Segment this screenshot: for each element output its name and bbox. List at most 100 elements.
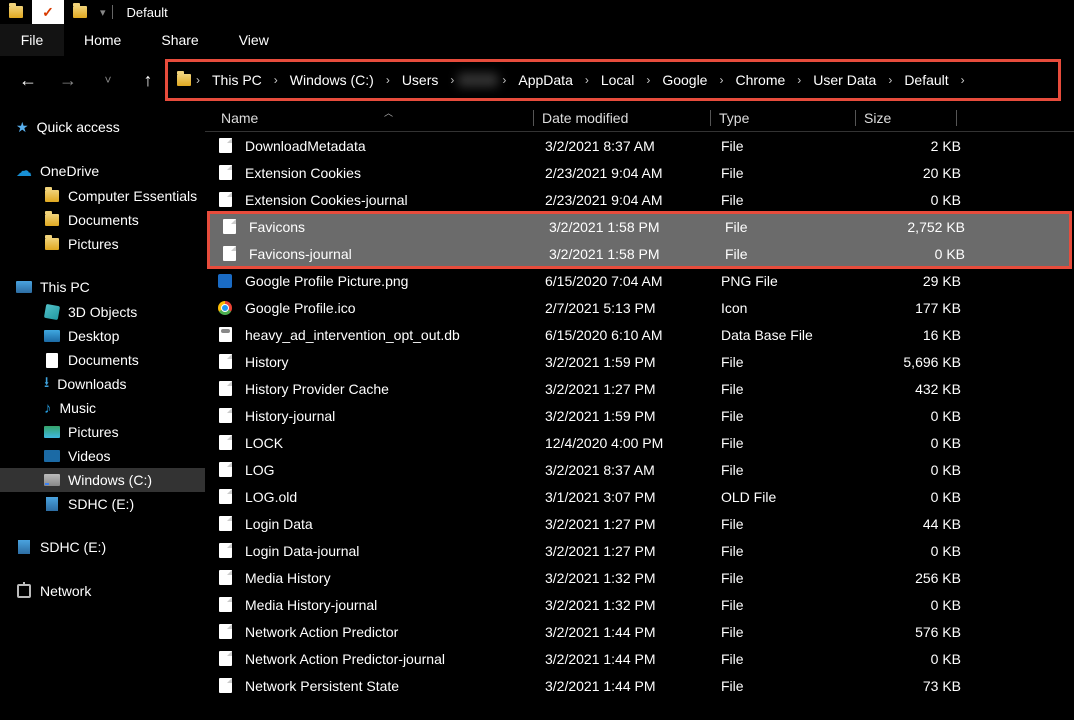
file-name: Google Profile.ico: [245, 300, 545, 316]
file-row[interactable]: Network Action Predictor-journal3/2/2021…: [205, 645, 1074, 672]
sidebar-item[interactable]: Pictures: [0, 420, 205, 444]
sidebar-item[interactable]: Documents: [0, 348, 205, 372]
file-row[interactable]: heavy_ad_intervention_opt_out.db6/15/202…: [205, 321, 1074, 348]
file-size: 2,752 KB: [869, 219, 965, 235]
file-type: File: [721, 678, 865, 694]
chevron-right-icon[interactable]: ›: [498, 73, 510, 87]
sidebar-label: Music: [60, 400, 97, 416]
sidebar-item[interactable]: 3D Objects: [0, 300, 205, 324]
chevron-right-icon[interactable]: ›: [270, 73, 282, 87]
file-name: Login Data-journal: [245, 543, 545, 559]
sidebar-item-windows-c[interactable]: Windows (C:): [0, 468, 205, 492]
nav-recent-button[interactable]: ˅: [88, 60, 128, 100]
sidebar-item[interactable]: Videos: [0, 444, 205, 468]
file-type-icon: [217, 570, 233, 586]
file-row[interactable]: Login Data-journal3/2/2021 1:27 PMFile0 …: [205, 537, 1074, 564]
sidebar-item[interactable]: Pictures: [0, 232, 205, 256]
chevron-right-icon[interactable]: ›: [192, 73, 204, 87]
file-row[interactable]: History3/2/2021 1:59 PMFile5,696 KB: [205, 348, 1074, 375]
file-row[interactable]: Network Persistent State3/2/2021 1:44 PM…: [205, 672, 1074, 699]
app-icon[interactable]: ✓: [32, 0, 64, 24]
file-name: Favicons: [249, 219, 549, 235]
crumb-default[interactable]: Default: [896, 62, 956, 98]
file-row[interactable]: LOCK12/4/2020 4:00 PMFile0 KB: [205, 429, 1074, 456]
nav-forward-button[interactable]: →: [48, 60, 88, 100]
column-type[interactable]: Type: [711, 110, 855, 126]
chevron-right-icon[interactable]: ›: [642, 73, 654, 87]
sidebar-label: Downloads: [57, 376, 126, 392]
sidebar-item[interactable]: SDHC (E:): [0, 492, 205, 516]
crumb-chrome[interactable]: Chrome: [727, 62, 793, 98]
crumb-google[interactable]: Google: [654, 62, 715, 98]
crumb-windows-c[interactable]: Windows (C:): [282, 62, 382, 98]
file-row[interactable]: LOG.old3/1/2021 3:07 PMOLD File0 KB: [205, 483, 1074, 510]
sidebar-item[interactable]: Desktop: [0, 324, 205, 348]
sidebar-onedrive[interactable]: ☁ OneDrive: [0, 158, 205, 184]
videos-icon: [44, 448, 60, 464]
breadcrumb[interactable]: › This PC › Windows (C:) › Users › › App…: [168, 62, 1058, 98]
chevron-right-icon[interactable]: ›: [446, 73, 458, 87]
nav-up-button[interactable]: ↑: [128, 60, 168, 100]
sidebar-label: Documents: [68, 212, 139, 228]
file-name: Favicons-journal: [249, 246, 549, 262]
file-rows[interactable]: DownloadMetadata3/2/2021 8:37 AMFile2 KB…: [205, 132, 1074, 720]
crumb-users[interactable]: Users: [394, 62, 447, 98]
file-row[interactable]: Google Profile Picture.png6/15/2020 7:04…: [205, 267, 1074, 294]
sidebar-item[interactable]: ♪ Music: [0, 396, 205, 420]
file-type-icon: [217, 462, 233, 478]
file-row[interactable]: History-journal3/2/2021 1:59 PMFile0 KB: [205, 402, 1074, 429]
column-date[interactable]: Date modified: [534, 110, 710, 126]
crumb-username-redacted[interactable]: [458, 73, 498, 87]
tab-view[interactable]: View: [219, 24, 289, 56]
tab-home[interactable]: Home: [64, 24, 141, 56]
current-folder-icon[interactable]: [64, 0, 96, 24]
file-row[interactable]: Login Data3/2/2021 1:27 PMFile44 KB: [205, 510, 1074, 537]
navigation-pane[interactable]: ★ Quick access ☁ OneDrive Computer Essen…: [0, 104, 205, 720]
file-type: File: [721, 381, 865, 397]
sidebar-item[interactable]: Documents: [0, 208, 205, 232]
crumb-local[interactable]: Local: [593, 62, 642, 98]
sidebar-this-pc[interactable]: This PC: [0, 274, 205, 300]
file-name: Media History-journal: [245, 597, 545, 613]
file-row[interactable]: Favicons-journal3/2/2021 1:58 PMFile0 KB: [209, 240, 1070, 267]
file-size: 5,696 KB: [865, 354, 961, 370]
file-name: History: [245, 354, 545, 370]
file-row[interactable]: Extension Cookies2/23/2021 9:04 AMFile20…: [205, 159, 1074, 186]
crumb-appdata[interactable]: AppData: [510, 62, 580, 98]
sidebar-item[interactable]: Computer Essentials: [0, 184, 205, 208]
sidebar-network[interactable]: Network: [0, 578, 205, 604]
file-row[interactable]: Media History3/2/2021 1:32 PMFile256 KB: [205, 564, 1074, 591]
nav-back-button[interactable]: ←: [8, 60, 48, 100]
sidebar-item[interactable]: ⭳ Downloads: [0, 372, 205, 396]
sidebar-quick-access[interactable]: ★ Quick access: [0, 114, 205, 140]
column-size[interactable]: Size: [856, 110, 956, 126]
crumb-user-data[interactable]: User Data: [805, 62, 884, 98]
file-size: 0 KB: [865, 489, 961, 505]
file-menu[interactable]: File: [0, 24, 64, 56]
chevron-right-icon[interactable]: ›: [884, 73, 896, 87]
file-row[interactable]: Extension Cookies-journal2/23/2021 9:04 …: [205, 186, 1074, 213]
chevron-right-icon[interactable]: ›: [715, 73, 727, 87]
pc-icon: [16, 281, 32, 293]
quick-access-icon[interactable]: [0, 0, 32, 24]
tab-share[interactable]: Share: [141, 24, 218, 56]
file-row[interactable]: History Provider Cache3/2/2021 1:27 PMFi…: [205, 375, 1074, 402]
file-name: Network Persistent State: [245, 678, 545, 694]
file-row[interactable]: LOG3/2/2021 8:37 AMFile0 KB: [205, 456, 1074, 483]
file-name: Network Action Predictor-journal: [245, 651, 545, 667]
chevron-right-icon[interactable]: ›: [382, 73, 394, 87]
chevron-right-icon[interactable]: ›: [793, 73, 805, 87]
crumb-this-pc[interactable]: This PC: [204, 62, 270, 98]
column-label: Name: [221, 110, 258, 126]
file-type-icon: [217, 300, 233, 316]
file-row[interactable]: Media History-journal3/2/2021 1:32 PMFil…: [205, 591, 1074, 618]
file-row[interactable]: Network Action Predictor3/2/2021 1:44 PM…: [205, 618, 1074, 645]
column-name[interactable]: Name ︿: [213, 110, 533, 126]
file-row[interactable]: Favicons3/2/2021 1:58 PMFile2,752 KB: [209, 213, 1070, 240]
objects-icon: [44, 304, 60, 320]
sidebar-sdhc[interactable]: SDHC (E:): [0, 534, 205, 560]
file-row[interactable]: DownloadMetadata3/2/2021 8:37 AMFile2 KB: [205, 132, 1074, 159]
file-row[interactable]: Google Profile.ico2/7/2021 5:13 PMIcon17…: [205, 294, 1074, 321]
chevron-right-icon[interactable]: ›: [581, 73, 593, 87]
chevron-right-icon[interactable]: ›: [957, 73, 969, 87]
